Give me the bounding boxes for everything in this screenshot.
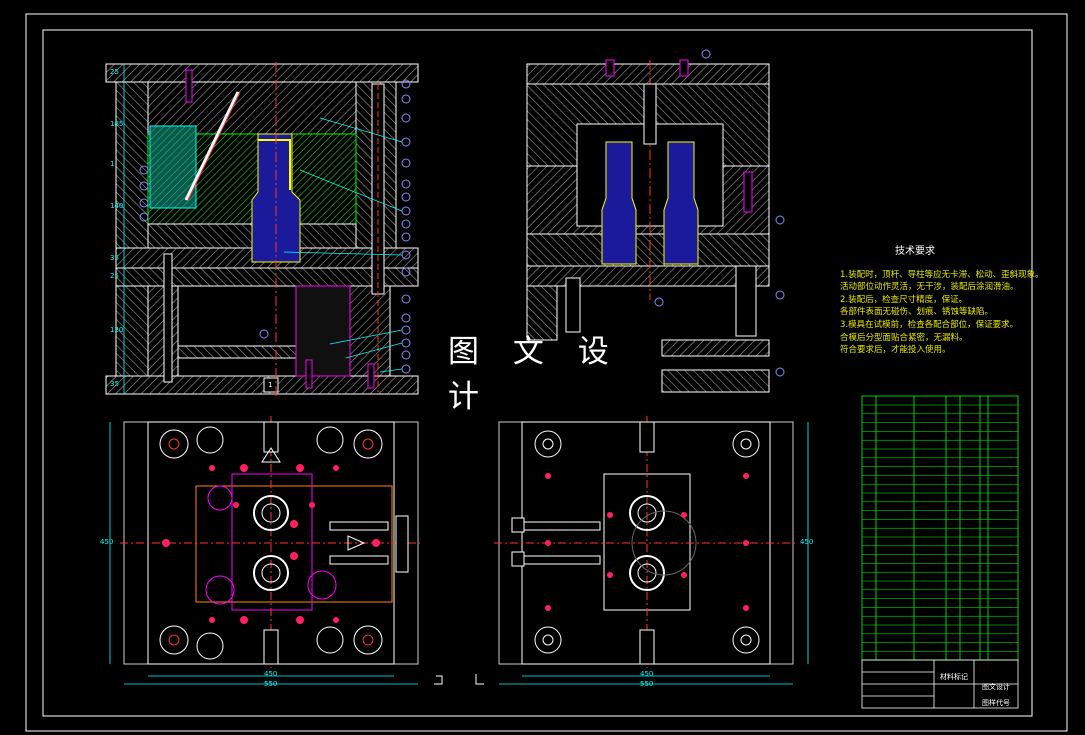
tech-req-line-2: 活动部位动作灵活，无干涉，装配后涂润滑油。	[840, 282, 1019, 293]
watermark-text: 图 文 设 计	[448, 334, 621, 415]
tech-req-line-6: 合模后分型面贴合紧密，无漏料。	[840, 332, 968, 343]
dim-side-3: 1	[110, 160, 115, 168]
tech-req-line-1: 1.装配时，顶杆、导柱等应无卡滞、松动、歪斜现象。	[840, 269, 1044, 280]
tech-req-line-7: 符合要求后，才能投入使用。	[840, 345, 951, 356]
tech-req-line-4: 各部件表面无碰伤、划痕、锈蚀等缺陷。	[840, 307, 994, 318]
dim-side-7: 120	[110, 326, 124, 334]
tech-req-line-5: 3.模具在试模前，检查各配合部位，保证要求。	[840, 319, 1019, 330]
watermark: 图 文 设 计	[448, 334, 654, 415]
plan-view-right	[494, 416, 809, 685]
tech-req-line-3: 2.装配后，检查尺寸精度，保证。	[840, 294, 968, 305]
dim-plan-left-outer: 550	[264, 680, 278, 688]
dim-side-2: 185	[110, 120, 124, 128]
title-material-label: 材料标记	[940, 673, 968, 681]
dim-plan-right-height: 450	[800, 538, 814, 546]
plan-view-left	[109, 416, 420, 685]
dim-side-4: 140	[110, 202, 124, 210]
dim-plan-left-width: 450	[264, 670, 278, 678]
dim-plan-right-width: 450	[640, 670, 654, 678]
technical-requirements: 技术要求 1.装配时，顶杆、导柱等应无卡滞、松动、歪斜现象。 活动部位动作灵活，…	[840, 246, 1044, 357]
dim-side-5: 35	[110, 254, 119, 262]
dim-plan-left-height: 450	[100, 538, 114, 546]
dim-side-8: 35	[110, 380, 119, 388]
section-view-left	[105, 62, 419, 396]
dim-side-6: 25	[110, 272, 119, 280]
title-code-label: 图样代号	[982, 699, 1010, 707]
tech-req-heading: 技术要求	[895, 246, 935, 257]
title-company-label: 图文设计	[982, 683, 1010, 691]
dim-side-1: 25	[110, 68, 119, 76]
dim-plan-right-outer: 550	[640, 680, 654, 688]
marker-bottom: 1	[268, 381, 273, 389]
